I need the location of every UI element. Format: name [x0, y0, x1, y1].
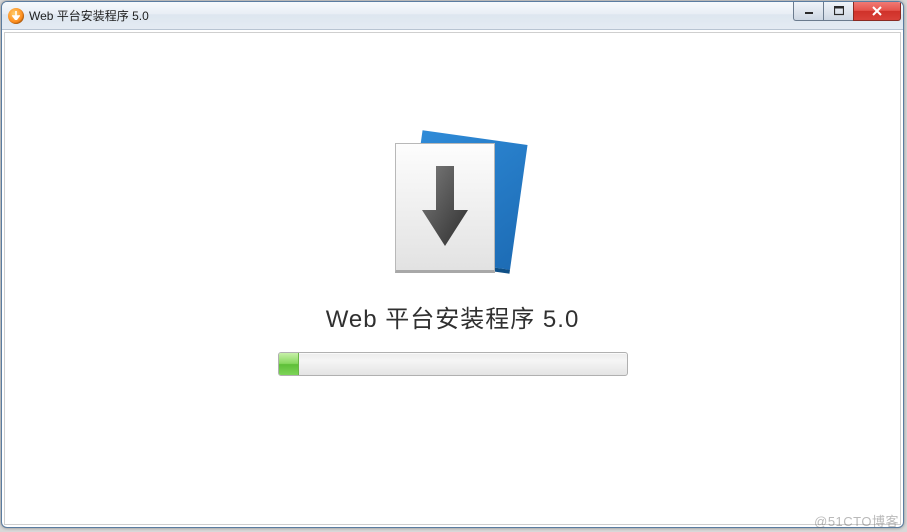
logo-front-sheet	[395, 143, 495, 273]
download-arrow-icon	[418, 162, 472, 252]
window-title: Web 平台安装程序 5.0	[29, 7, 793, 24]
app-icon	[8, 8, 24, 24]
maximize-button[interactable]	[823, 1, 853, 21]
progress-fill	[279, 353, 300, 375]
installer-heading: Web 平台安装程序 5.0	[326, 299, 580, 334]
progress-bar	[278, 352, 628, 376]
content-area: Web 平台安装程序 5.0	[4, 32, 901, 525]
titlebar[interactable]: Web 平台安装程序 5.0	[2, 2, 903, 30]
close-button[interactable]	[853, 1, 901, 21]
installer-window: Web 平台安装程序 5.0	[1, 1, 904, 528]
installer-logo	[383, 131, 523, 281]
minimize-button[interactable]	[793, 1, 823, 21]
window-controls	[793, 1, 901, 21]
watermark-text: @51CTO博客	[814, 511, 899, 530]
